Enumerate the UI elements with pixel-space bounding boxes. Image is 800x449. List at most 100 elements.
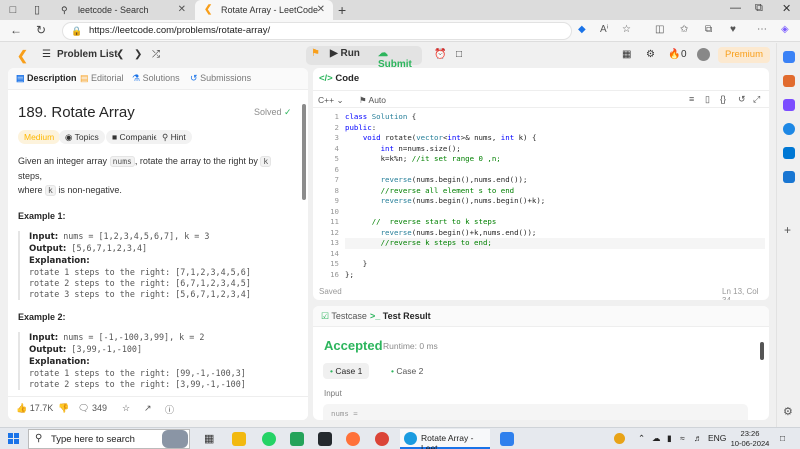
code-line[interactable]: class Solution { (345, 112, 765, 123)
code-line[interactable]: //reverse all element s to end (345, 186, 765, 197)
refresh-icon[interactable]: ↻ (36, 23, 46, 37)
extensions-icon[interactable]: ♥ (730, 24, 736, 35)
code-line[interactable]: }; (345, 270, 765, 281)
code-line[interactable]: reverse(nums.begin()+k,nums.end()); (345, 228, 765, 239)
avatar[interactable] (697, 48, 710, 61)
close-window-button[interactable]: ✕ (782, 2, 791, 15)
new-tab-button[interactable]: + (338, 2, 346, 18)
result-scrollbar[interactable] (760, 342, 764, 360)
close-tab-icon[interactable]: ✕ (317, 0, 325, 20)
debug-icon[interactable]: ⚑ (311, 48, 320, 59)
case-2-tab[interactable]: • Case 2 (384, 363, 430, 379)
layout-icon[interactable]: ▦ (622, 49, 631, 60)
code-line[interactable]: k=k%n; //it set range 0 ,n; (345, 154, 765, 165)
code-line[interactable]: reverse(nums.begin(),nums.begin()+k); (345, 196, 765, 207)
code-line[interactable] (345, 165, 765, 176)
vscode-icon[interactable] (500, 432, 514, 446)
language-select[interactable]: C++ ⌄ (318, 95, 344, 106)
code-line[interactable]: //reverse k steps to end; (345, 238, 765, 249)
info-button[interactable]: ⓘ (165, 403, 174, 416)
games-icon[interactable] (783, 123, 795, 135)
dislike-button[interactable]: 👎 (58, 403, 69, 414)
problem-list-link[interactable]: Problem List (57, 49, 118, 60)
notification-app-icon[interactable] (614, 433, 625, 444)
hint-button[interactable]: ⚲ Hint (156, 130, 192, 144)
search-sidebar-icon[interactable] (783, 51, 795, 63)
minimize-button[interactable]: — (730, 2, 741, 14)
notifications-icon[interactable]: □ (780, 433, 785, 443)
tab-testcase[interactable]: ☑ Testcase (321, 311, 367, 322)
favorite-button[interactable]: ☆ (122, 403, 130, 414)
system-clock[interactable]: 23:26 10-06-2024 (730, 429, 770, 449)
topics-button[interactable]: ◉ Topics (59, 130, 105, 144)
favorite-star-icon[interactable]: ☆ (622, 24, 631, 35)
sidebar-settings-icon[interactable]: ⚙ (783, 405, 793, 418)
read-aloud-icon[interactable]: Aⁱ (600, 24, 608, 35)
like-button[interactable]: 👍 17.7K (16, 403, 53, 414)
tab-submissions[interactable]: ↺ Submissions (190, 73, 251, 84)
tab-test-result[interactable]: >_ Test Result (370, 311, 431, 321)
url-field[interactable]: 🔒 https://leetcode.com/problems/rotate-a… (62, 22, 572, 40)
tray-chevron-up-icon[interactable]: ⌃ (638, 433, 645, 444)
battery-icon[interactable]: ▮ (667, 433, 672, 444)
braces-icon[interactable]: {} (720, 94, 726, 104)
spreadsheet-app-icon[interactable] (290, 432, 304, 446)
notes-icon[interactable]: □ (456, 49, 462, 60)
leetcode-logo-icon[interactable]: ❮ (17, 48, 31, 63)
code-line[interactable]: reverse(nums.begin(),nums.end()); (345, 175, 765, 186)
settings-gear-icon[interactable]: ⚙ (646, 49, 655, 60)
shield-icon[interactable]: ◆ (578, 24, 586, 35)
tab-description[interactable]: ▤ Description (16, 73, 77, 84)
copilot-icon[interactable]: ◈ (781, 24, 789, 35)
close-tab-icon[interactable]: ✕ (178, 0, 186, 20)
chrome-icon[interactable] (375, 432, 389, 446)
auto-mode-select[interactable]: ⚑ Auto (359, 95, 386, 106)
outlook-icon[interactable] (783, 147, 795, 159)
code-line[interactable]: int n=nums.size(); (345, 144, 765, 155)
shopping-icon[interactable] (783, 75, 795, 87)
windows-start-icon[interactable] (8, 433, 19, 444)
shuffle-icon[interactable]: ⤮ (152, 49, 160, 60)
browser-tab-search[interactable]: ⚲ leetcode - Search ✕ (52, 0, 194, 20)
code-line[interactable] (345, 207, 765, 218)
taskbar-edge-window[interactable]: Rotate Array - Leet... (400, 429, 490, 449)
code-line[interactable]: public: (345, 123, 765, 134)
cloud-icon[interactable]: ☁ (652, 433, 661, 444)
office-icon[interactable] (783, 171, 795, 183)
streak-fire-icon[interactable]: 🔥 (668, 49, 680, 60)
share-button[interactable]: ↗ (144, 403, 152, 414)
back-icon[interactable]: ← (10, 23, 22, 37)
language-indicator[interactable]: ENG (708, 433, 726, 443)
premium-button[interactable]: Premium (718, 47, 770, 63)
next-problem-icon[interactable]: ❯ (134, 49, 142, 60)
run-button[interactable]: ▶ Run (330, 48, 360, 59)
favorites-icon[interactable]: ✩ (680, 24, 688, 35)
timer-icon[interactable]: ⏰ (434, 49, 446, 60)
reset-icon[interactable]: ↺ (738, 94, 746, 105)
submit-button[interactable]: ☁ Submit (378, 48, 422, 70)
code-line[interactable] (345, 249, 765, 260)
browser-tab-leetcode[interactable]: ❮ Rotate Array - LeetCode ✕ (195, 0, 333, 20)
whatsapp-icon[interactable] (262, 432, 276, 446)
code-line[interactable]: // reverse start to k steps (345, 217, 765, 228)
comments-button[interactable]: 🗨 349 (78, 403, 107, 414)
profile-icon[interactable]: □ (6, 3, 20, 17)
volume-icon[interactable]: ♬ (694, 433, 703, 443)
maximize-button[interactable]: ⧉ (755, 2, 763, 15)
code-line[interactable]: void rotate(vector<int>& nums, int k) { (345, 133, 765, 144)
split-screen-icon[interactable]: ◫ (655, 24, 664, 35)
cat-widget-icon[interactable] (162, 430, 188, 448)
tools-icon[interactable] (783, 99, 795, 111)
github-icon[interactable] (318, 432, 332, 446)
tab-actions-icon[interactable]: ▯ (30, 3, 44, 17)
wifi-icon[interactable]: ≈ (680, 433, 685, 443)
prev-problem-icon[interactable]: ❮ (116, 49, 124, 60)
tab-solutions[interactable]: ⚗ Solutions (132, 73, 180, 84)
description-scrollbar[interactable] (302, 104, 306, 200)
case-1-tab[interactable]: • Case 1 (323, 363, 370, 379)
task-view-icon[interactable]: ▦ (204, 432, 218, 446)
format-icon[interactable]: ≡ (689, 94, 694, 104)
more-menu-icon[interactable]: ⋯ (757, 24, 767, 35)
file-explorer-icon[interactable] (232, 432, 246, 446)
collections-icon[interactable]: ⧉ (705, 24, 712, 35)
